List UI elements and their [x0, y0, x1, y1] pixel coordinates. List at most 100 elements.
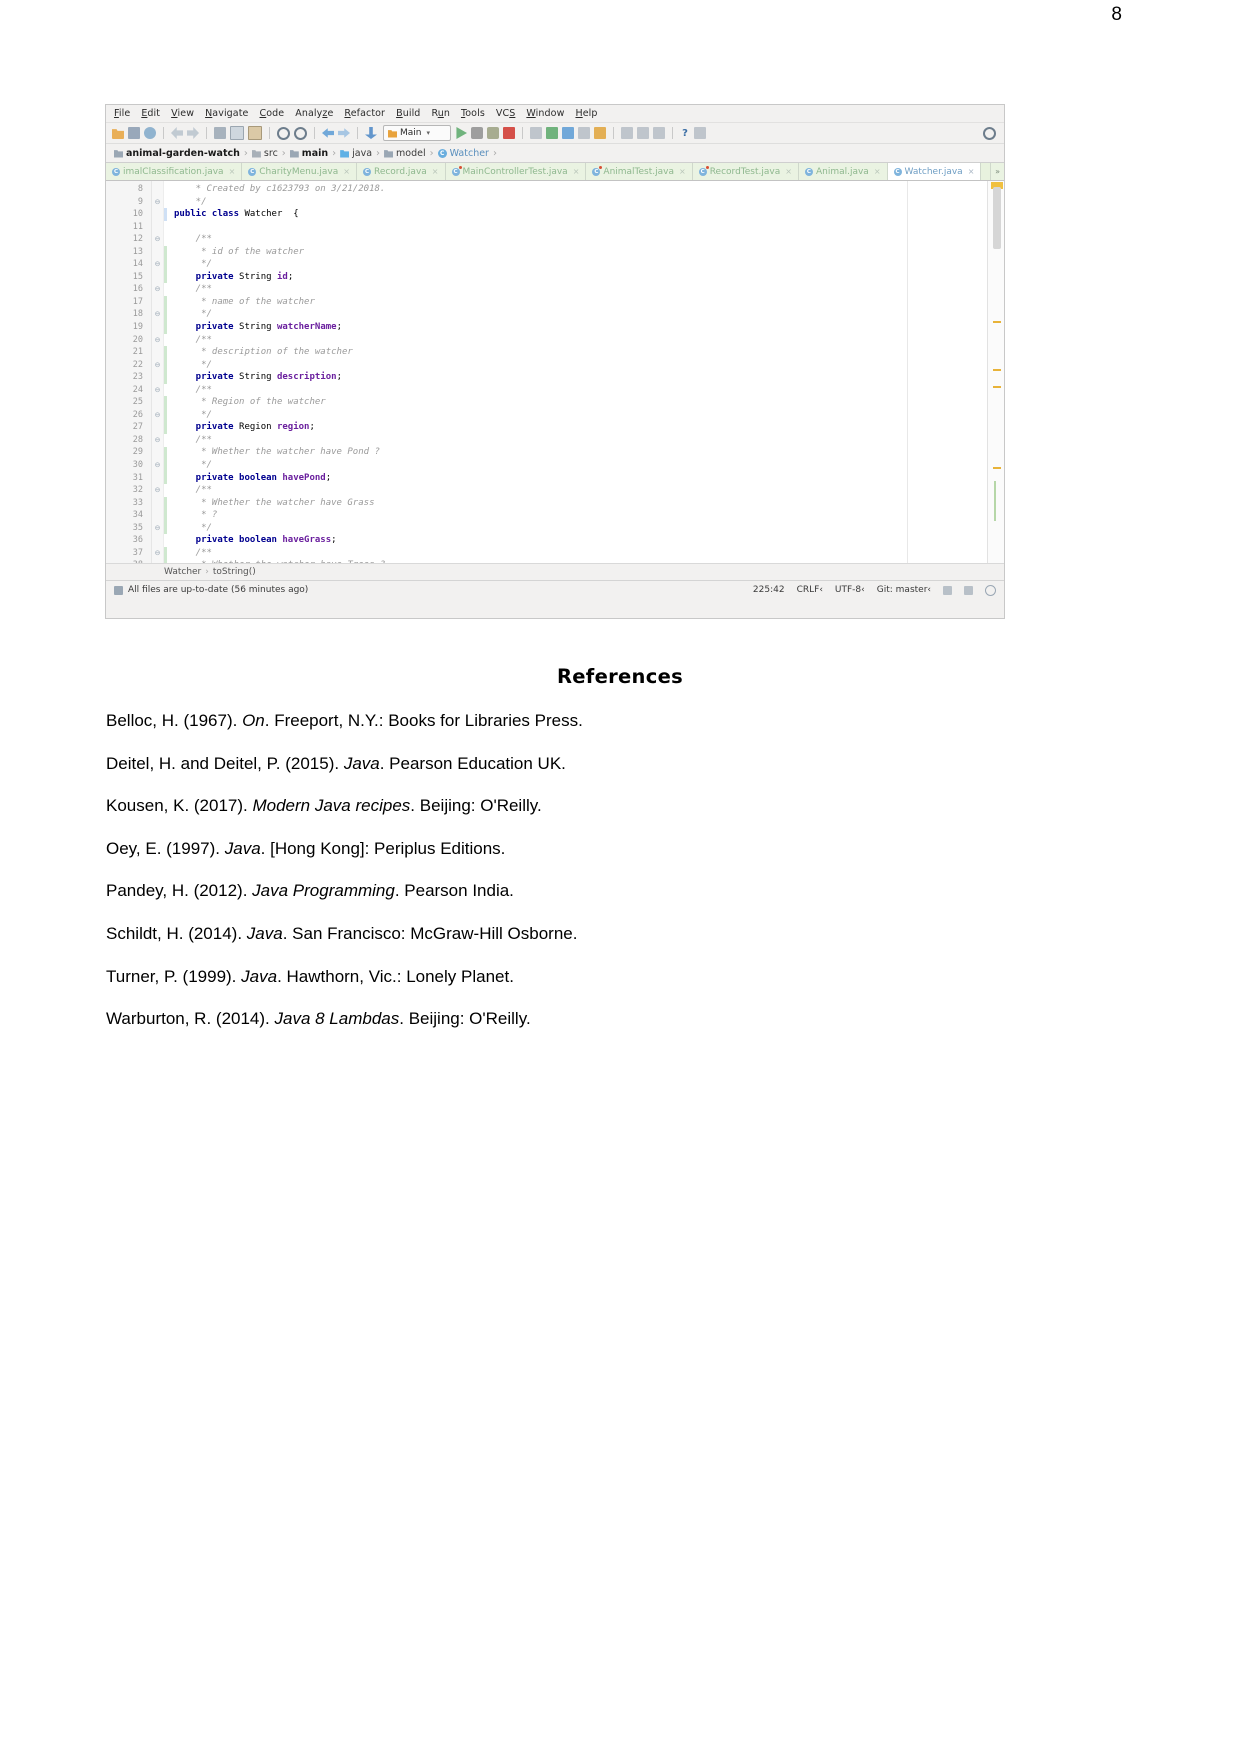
close-icon[interactable]: ×: [679, 167, 686, 176]
menu-item-refactor[interactable]: Refactor: [344, 108, 385, 119]
undo-icon[interactable]: [171, 127, 183, 139]
redo-icon[interactable]: [187, 127, 199, 139]
warning-marker[interactable]: [993, 321, 1001, 323]
close-icon[interactable]: ×: [874, 167, 881, 176]
fold-toggle-icon[interactable]: ⊖: [152, 434, 163, 447]
warning-marker[interactable]: [993, 369, 1001, 371]
close-icon[interactable]: ×: [785, 167, 792, 176]
menu-item-build[interactable]: Build: [396, 108, 420, 119]
close-icon[interactable]: ×: [968, 167, 975, 176]
menu-item-view[interactable]: View: [171, 108, 194, 119]
debug-icon[interactable]: [471, 127, 483, 139]
code-token: */: [174, 309, 212, 320]
editor-tab-record-java[interactable]: C Record.java ×: [356, 163, 446, 180]
push-icon[interactable]: [594, 127, 606, 139]
paste-icon[interactable]: [248, 126, 262, 140]
git-branch[interactable]: Git: master‹: [877, 585, 931, 595]
warning-marker[interactable]: [993, 467, 1001, 469]
caret-position[interactable]: 225:42: [753, 585, 785, 595]
structure-breadcrumb-item[interactable]: Watcher: [164, 567, 201, 577]
vcs-status-icon[interactable]: [114, 585, 123, 595]
code-text-area[interactable]: * Created by c1623793 on 3/21/2018. */pu…: [164, 181, 1004, 563]
structure-breadcrumb-item[interactable]: toString(): [213, 567, 256, 577]
cut-icon[interactable]: [214, 127, 226, 139]
fold-toggle-icon[interactable]: ⊖: [152, 359, 163, 372]
breadcrumb-item-java[interactable]: java: [340, 148, 372, 159]
breadcrumb-item-watcher[interactable]: C Watcher: [437, 148, 489, 159]
menu-item-navigate[interactable]: Navigate: [205, 108, 248, 119]
background-tasks-icon[interactable]: [985, 584, 996, 596]
stop-icon[interactable]: [503, 127, 515, 139]
breadcrumb-item-main[interactable]: main: [289, 148, 328, 159]
fold-toggle-icon[interactable]: ⊖: [152, 384, 163, 397]
fold-toggle-icon[interactable]: ⊖: [152, 484, 163, 497]
fold-toggle-icon[interactable]: ⊖: [152, 196, 163, 209]
update-icon[interactable]: [546, 127, 558, 139]
menu-item-run[interactable]: Run: [431, 108, 450, 119]
editor-marker-strip[interactable]: [987, 181, 1004, 563]
fold-toggle-icon[interactable]: ⊖: [152, 409, 163, 422]
fold-toggle-icon[interactable]: ⊖: [152, 258, 163, 271]
editor-tab-recordtest-java[interactable]: C RecordTest.java ×: [692, 163, 799, 180]
find-icon[interactable]: [277, 126, 290, 140]
close-icon[interactable]: ×: [343, 167, 350, 176]
history-icon[interactable]: [578, 127, 590, 139]
copy-icon[interactable]: [230, 126, 244, 140]
menu-item-vcs[interactable]: VCS: [496, 108, 515, 119]
run-icon[interactable]: [456, 127, 467, 139]
close-icon[interactable]: ×: [229, 167, 236, 176]
editor-tabs-overflow-button[interactable]: »: [990, 163, 1004, 180]
breadcrumb-item-animal-garden-watch[interactable]: animal-garden-watch: [114, 148, 240, 159]
run-configuration-selector[interactable]: Main ▾: [383, 125, 451, 141]
editor-tab-animaltest-java[interactable]: C AnimalTest.java ×: [586, 163, 693, 180]
line-separator[interactable]: CRLF‹: [797, 585, 823, 595]
fold-toggle-icon[interactable]: ⊖: [152, 308, 163, 321]
menu-item-analyze[interactable]: Analyze: [295, 108, 333, 119]
menu-item-help[interactable]: Help: [575, 108, 597, 119]
code-folding-gutter[interactable]: ⊖⊖⊖⊖⊖⊖⊖⊖⊖⊖⊖⊖⊖⊖⊖: [152, 181, 164, 563]
project-structure-icon[interactable]: [637, 127, 649, 139]
commit-icon[interactable]: [530, 127, 542, 139]
editor-tab-animal-java[interactable]: C Animal.java ×: [798, 163, 888, 180]
open-folder-icon[interactable]: [112, 129, 124, 139]
menu-item-window[interactable]: Window: [526, 108, 564, 119]
search-everywhere-icon[interactable]: [983, 127, 996, 140]
sdk-icon[interactable]: [653, 127, 665, 139]
fold-toggle-icon[interactable]: ⊖: [152, 233, 163, 246]
settings-icon[interactable]: [621, 127, 633, 139]
editor-scrollbar-thumb[interactable]: [993, 187, 1001, 249]
close-icon[interactable]: ×: [432, 167, 439, 176]
file-encoding[interactable]: UTF-8‹: [835, 585, 865, 595]
back-icon[interactable]: [322, 128, 334, 138]
fold-toggle-icon[interactable]: ⊖: [152, 334, 163, 347]
fold-toggle-icon[interactable]: ⊖: [152, 459, 163, 472]
trash-icon[interactable]: [964, 585, 973, 595]
changed-lines-marker[interactable]: [994, 481, 996, 521]
save-all-icon[interactable]: [128, 127, 140, 139]
fold-toggle-icon[interactable]: ⊖: [152, 522, 163, 535]
editor-tab-imalclassification-java[interactable]: CimalClassification.java ×: [106, 163, 243, 180]
breadcrumb-item-src[interactable]: src: [251, 148, 278, 159]
menu-item-edit[interactable]: Edit: [141, 108, 160, 119]
editor-tab-watcher-java[interactable]: C Watcher.java ×: [887, 163, 982, 180]
menu-item-tools[interactable]: Tools: [461, 108, 485, 119]
close-icon[interactable]: ×: [573, 167, 580, 176]
breadcrumb-item-model[interactable]: model: [384, 148, 426, 159]
forward-icon[interactable]: [338, 127, 350, 139]
editor-tab-charitymenu-java[interactable]: C CharityMenu.java ×: [242, 163, 357, 180]
replace-icon[interactable]: [294, 126, 307, 140]
editor-tab-maincontrollertest-java[interactable]: C MainControllerTest.java ×: [445, 163, 587, 180]
menu-item-file[interactable]: File: [114, 108, 130, 119]
coverage-icon[interactable]: [487, 127, 499, 139]
update-project-icon[interactable]: [365, 127, 377, 139]
fold-toggle-icon[interactable]: ⊖: [152, 283, 163, 296]
sync-icon[interactable]: [144, 127, 156, 139]
revert-icon[interactable]: [562, 127, 574, 139]
help-icon[interactable]: ?: [680, 128, 690, 139]
code-editor[interactable]: 8 9 10 11 12 13 14 15 16 17 18 19 20 21 22 23 24 25 26 27 28…: [106, 181, 1004, 563]
warning-marker[interactable]: [993, 386, 1001, 388]
menu-item-code[interactable]: Code: [260, 108, 285, 119]
fold-toggle-icon[interactable]: ⊖: [152, 547, 163, 560]
layout-icon[interactable]: [694, 127, 706, 139]
lock-icon[interactable]: [943, 585, 952, 595]
